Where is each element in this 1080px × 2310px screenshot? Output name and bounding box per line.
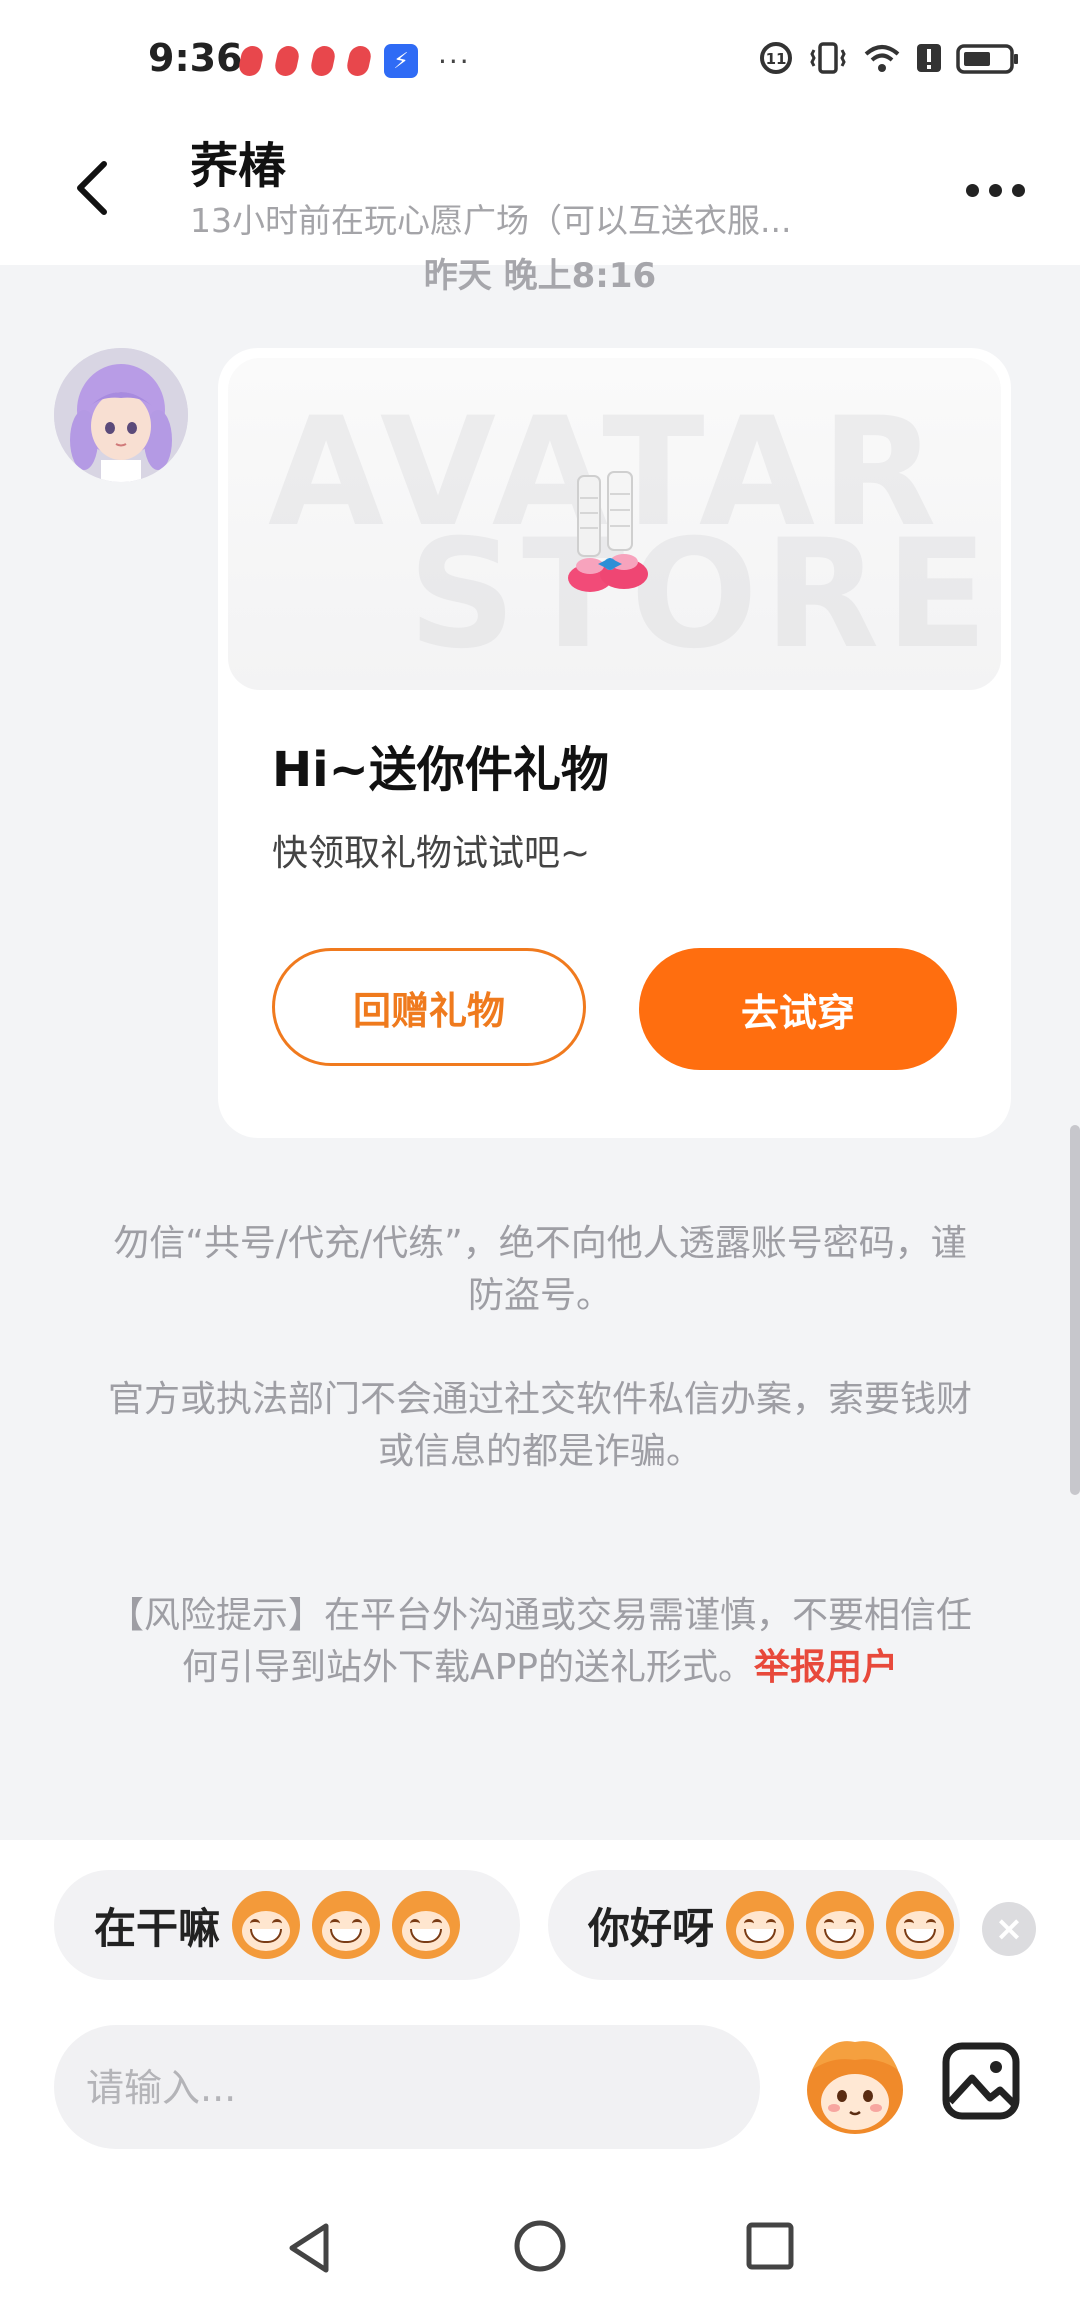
watermark-text: STORE	[408, 508, 994, 682]
message-input-container	[54, 2025, 760, 2151]
socks-shoes-item-icon	[568, 471, 648, 592]
chevron-left-icon	[77, 161, 107, 215]
quick-reply-text: 你好呀	[588, 1903, 715, 1953]
triangle-back-icon	[289, 2223, 329, 2273]
gift-title: Hi~送你件礼物	[272, 742, 609, 798]
nav-back-button[interactable]	[280, 2218, 340, 2278]
message-input[interactable]	[84, 2025, 728, 2151]
back-button[interactable]	[62, 148, 122, 228]
more-dots-icon	[965, 183, 979, 197]
scrollbar[interactable]	[1070, 1125, 1080, 1495]
status-time: 9:36	[148, 36, 243, 80]
quick-reply-chip[interactable]: 在干嘛	[54, 1870, 520, 1980]
contact-activity-status: 13小时前在玩心愿广场（可以互送衣服...	[190, 201, 792, 240]
data-saver-icon: 11	[758, 40, 794, 76]
risk-warning: 【风险提示】在平台外沟通或交易需谨慎，不要相信任何引导到站外下载APP的送礼形式…	[100, 1590, 980, 1694]
avatar-image	[54, 348, 188, 482]
smiling-mascot-emoji-icon	[726, 1891, 795, 1959]
report-user-link[interactable]: 举报用户	[754, 1647, 898, 1688]
security-notice-account: 勿信“共号/代充/代练”，绝不向他人透露账号密码，谨防盗号。	[113, 1223, 967, 1316]
nav-recents-button[interactable]	[744, 2220, 796, 2272]
system-navigation-bar	[0, 2190, 1080, 2310]
nav-home-button[interactable]	[512, 2218, 568, 2274]
contact-name[interactable]: 荞椿	[190, 126, 286, 196]
notification-app-icon	[308, 46, 338, 76]
gift-message-card: AVATAR STORE Hi~送你件礼物 快领取礼物试试吧~ 回赠礼物 去试穿	[218, 348, 1011, 1138]
alert-icon	[916, 40, 942, 76]
notification-app-icon	[344, 46, 374, 76]
lightning-app-icon: ⚡	[384, 44, 418, 78]
notification-app-icon	[236, 46, 266, 76]
gift-subtitle: 快领取礼物试试吧~	[272, 833, 591, 874]
sender-avatar[interactable]	[54, 348, 188, 482]
security-notice-fraud: 官方或执法部门不会通过社交软件私信办案，索要钱财或信息的都是诈骗。	[107, 1379, 972, 1472]
smiling-mascot-emoji-icon	[806, 1891, 875, 1959]
grinning-mascot-emoji-icon	[312, 1891, 381, 1959]
more-notifications-icon: ···	[438, 44, 471, 78]
grinning-mascot-emoji-icon	[392, 1891, 461, 1959]
gift-preview-image[interactable]: AVATAR STORE	[228, 358, 1001, 690]
mascot-sticker-icon	[807, 2041, 903, 2134]
return-gift-button[interactable]: 回赠礼物	[272, 948, 586, 1066]
wifi-icon	[862, 40, 902, 76]
grinning-mascot-emoji-icon	[232, 1891, 301, 1959]
notification-app-icon	[272, 46, 302, 76]
chat-header: 荞椿 13小时前在玩心愿广场（可以互送衣服...	[0, 120, 1080, 265]
close-quick-replies-button[interactable]: ×	[982, 1902, 1036, 1956]
notification-icons: ⚡ ···	[236, 44, 471, 78]
battery-icon	[956, 40, 1020, 76]
image-icon	[942, 2042, 1020, 2120]
message-timestamp: 昨天 晚上8:16	[423, 256, 657, 296]
sticker-button[interactable]	[798, 2030, 912, 2144]
close-icon: ×	[994, 1909, 1024, 1949]
quick-reply-chip[interactable]: 你好呀	[548, 1870, 960, 1980]
status-bar: 9:36 ⚡ ··· 11	[0, 0, 1080, 120]
send-image-button[interactable]	[940, 2040, 1022, 2122]
more-options-button[interactable]	[950, 160, 1040, 220]
svg-text:11: 11	[766, 50, 787, 68]
system-status-icons: 11	[758, 40, 1020, 76]
vibrate-icon	[808, 40, 848, 76]
try-on-button[interactable]: 去试穿	[639, 948, 957, 1070]
quick-reply-text: 在干嘛	[94, 1903, 221, 1953]
smiling-mascot-emoji-icon	[886, 1891, 955, 1959]
square-recents-icon	[746, 2222, 794, 2270]
circle-home-icon	[514, 2220, 566, 2272]
